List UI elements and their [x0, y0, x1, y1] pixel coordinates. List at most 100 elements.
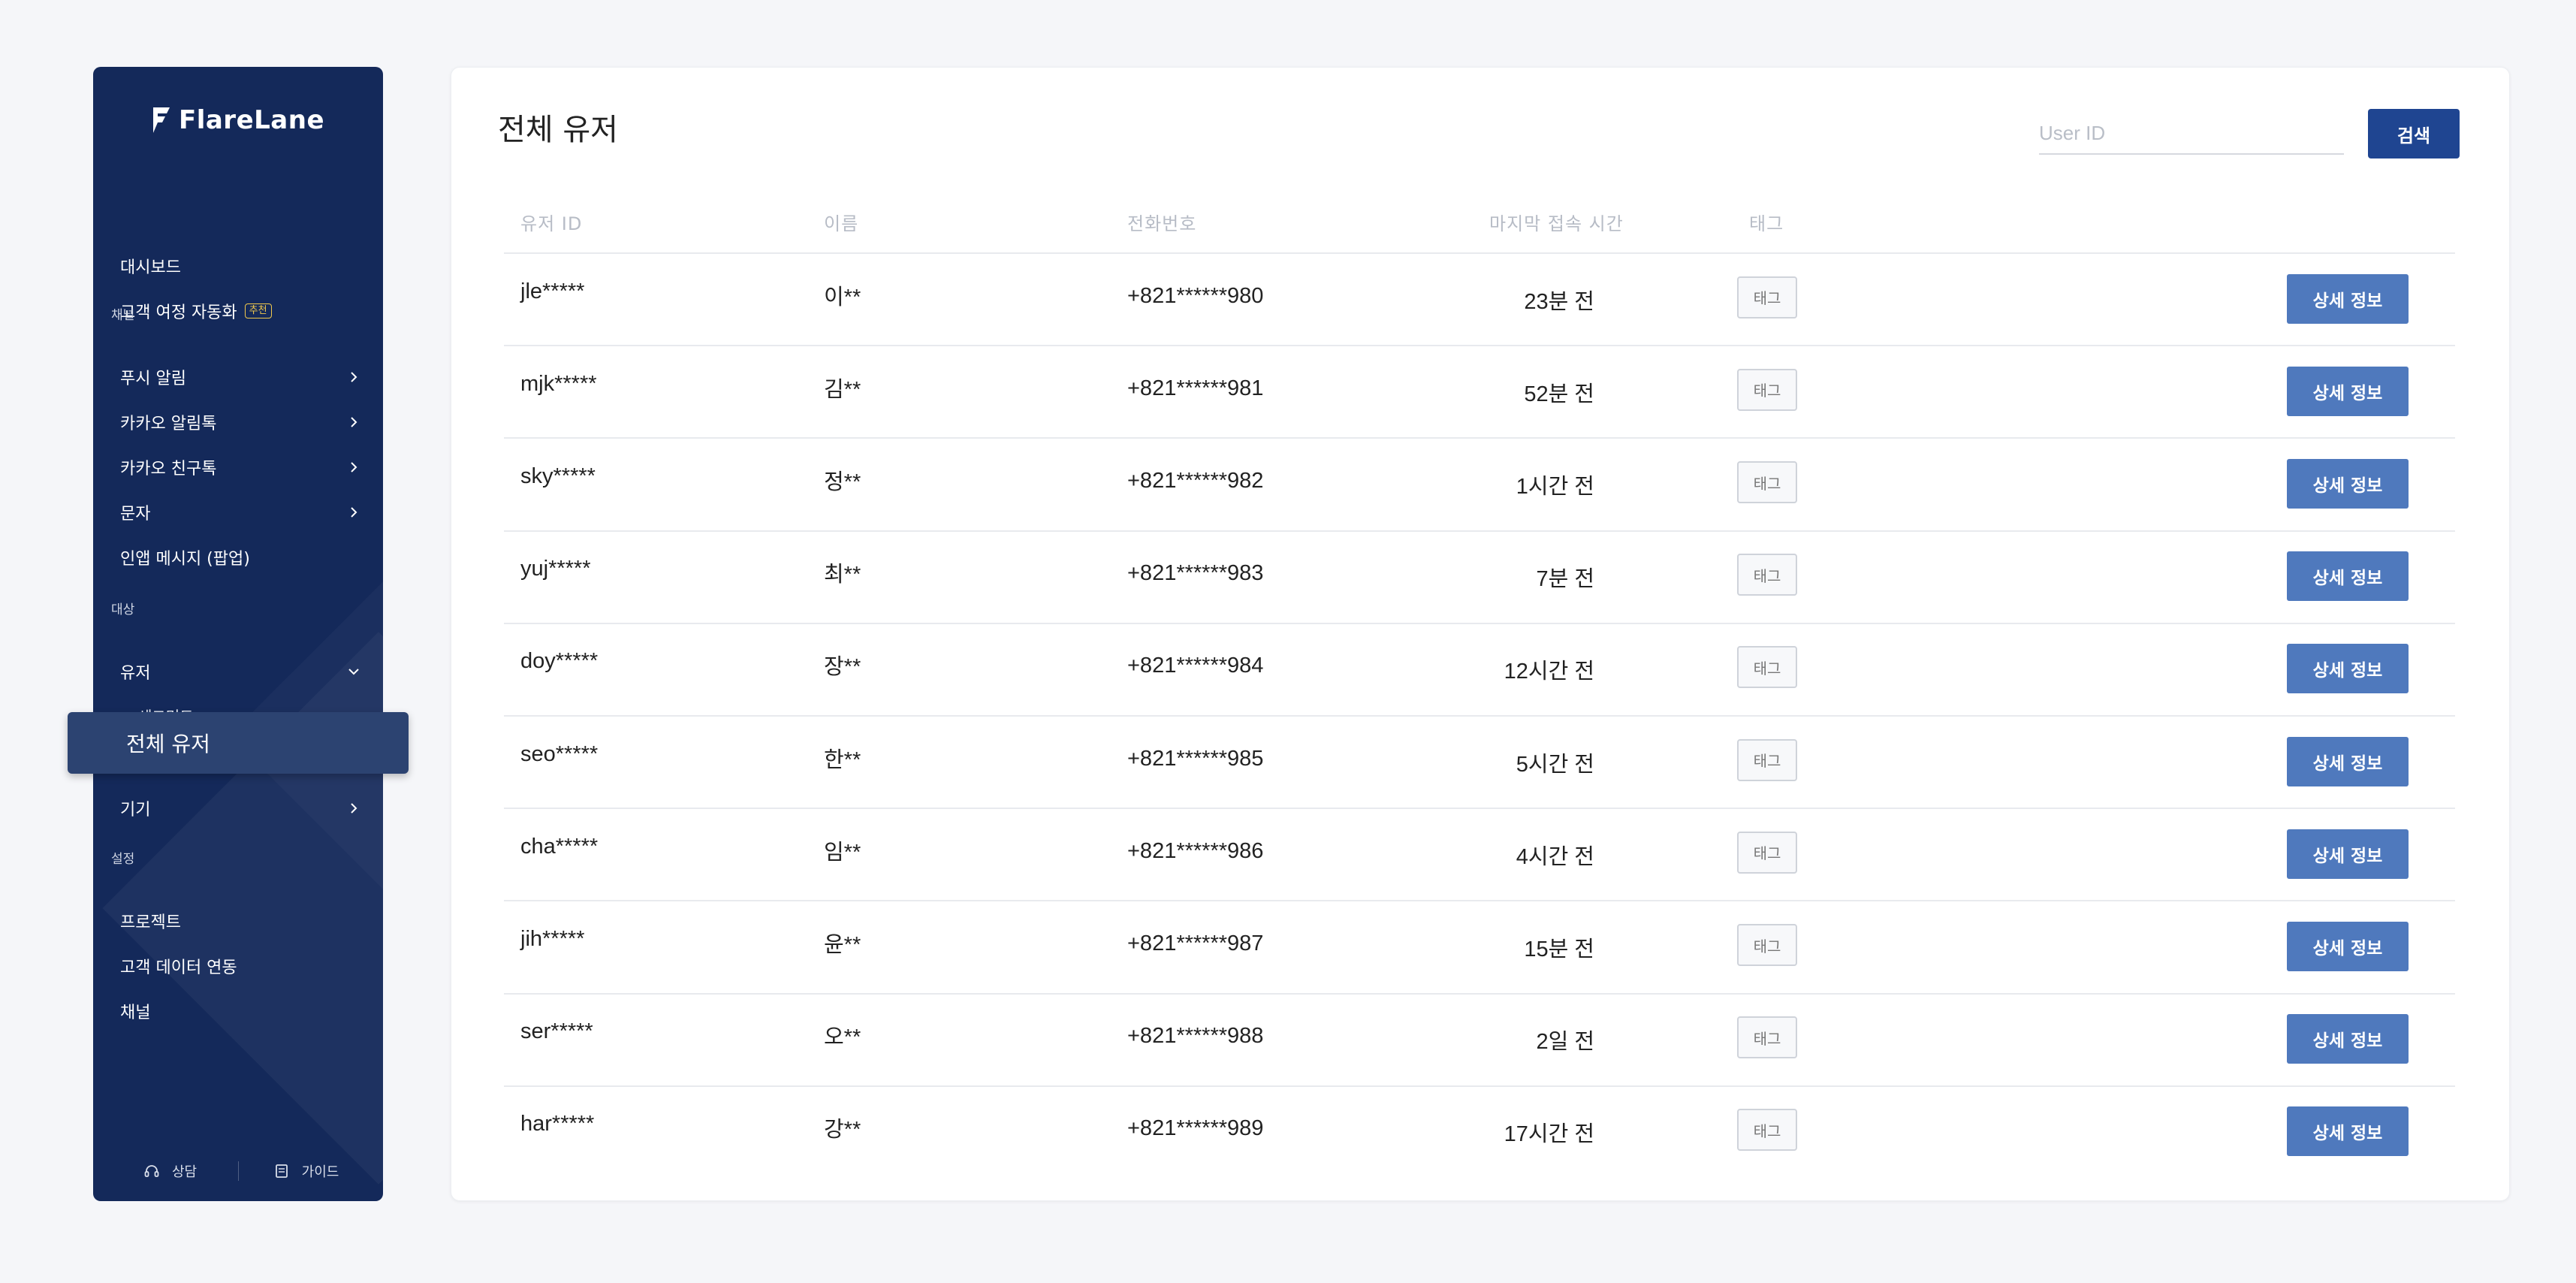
user-id-cell: doy***** — [520, 649, 599, 674]
sidebar-item-label: 카카오 친구톡 — [120, 460, 217, 478]
sidebar-item-label: 대시보드 — [120, 258, 181, 277]
chevron-right-icon — [347, 789, 360, 827]
sidebar-item-label: 카카오 알림톡 — [120, 415, 217, 433]
phone-cell: +821******983 — [1127, 561, 1264, 586]
chevron-down-icon — [347, 653, 360, 690]
sidebar-footer: 상담 가이드 — [93, 1141, 383, 1201]
column-header-user-id: 유저 ID — [520, 213, 583, 234]
sidebar-item-channel-settings[interactable]: 채널 — [120, 992, 360, 1030]
detail-info-button[interactable]: 상세 정보 — [2287, 459, 2409, 509]
name-cell: 윤** — [824, 933, 861, 957]
last-access-cell: 17시간 전 — [1504, 1122, 1594, 1147]
row-divider — [504, 437, 2455, 439]
tag-button[interactable]: 태그 — [1737, 461, 1797, 503]
sidebar-item-label: 고객 데이터 연동 — [120, 958, 237, 977]
detail-info-button[interactable]: 상세 정보 — [2287, 736, 2409, 786]
tag-button[interactable]: 태그 — [1737, 368, 1797, 411]
detail-info-button[interactable]: 상세 정보 — [2287, 366, 2409, 416]
footer-divider — [237, 1161, 239, 1181]
table-header-divider — [504, 252, 2455, 254]
name-cell: 이** — [824, 285, 861, 309]
user-id-cell: ser***** — [520, 1019, 593, 1044]
user-id-search-input[interactable] — [2039, 113, 2344, 155]
phone-cell: +821******987 — [1127, 931, 1264, 955]
name-cell: 한** — [824, 747, 861, 772]
sidebar-item-label: 푸시 알림 — [120, 370, 186, 388]
detail-info-button[interactable]: 상세 정보 — [2287, 922, 2409, 971]
page-title: 전체 유저 — [498, 113, 618, 147]
column-header-phone: 전화번호 — [1127, 213, 1197, 234]
name-cell: 오** — [824, 1025, 861, 1050]
tag-button[interactable]: 태그 — [1737, 646, 1797, 689]
sidebar-item-label: 유저 — [120, 664, 151, 683]
sidebar-item-push[interactable]: 푸시 알림 — [120, 358, 360, 396]
brand-logo[interactable]: FlareLane — [93, 94, 383, 146]
sidebar-item-dashboard[interactable]: 대시보드 — [120, 247, 360, 285]
user-id-cell: jih***** — [520, 927, 585, 951]
sidebar-item-devices[interactable]: 기기 — [120, 789, 360, 827]
support-link[interactable]: 상담 — [110, 1161, 231, 1181]
user-id-cell: sky***** — [520, 464, 596, 488]
sidebar-item-sms[interactable]: 문자 — [120, 494, 360, 531]
recommend-badge: 추천 — [244, 303, 272, 318]
name-cell: 장** — [824, 655, 861, 680]
name-cell: 강** — [824, 1118, 861, 1143]
last-access-cell: 1시간 전 — [1516, 475, 1594, 499]
detail-info-button[interactable]: 상세 정보 — [2287, 1014, 2409, 1064]
tag-button[interactable]: 태그 — [1737, 554, 1797, 596]
support-label: 상담 — [171, 1164, 198, 1180]
tag-button[interactable]: 태그 — [1737, 1109, 1797, 1152]
brand-name: FlareLane — [178, 105, 325, 135]
sidebar-item-label: 문자 — [120, 505, 151, 524]
last-access-cell: 12시간 전 — [1504, 660, 1594, 684]
last-access-cell: 7분 전 — [1536, 567, 1594, 592]
tag-button[interactable]: 태그 — [1737, 738, 1797, 781]
sidebar-item-label: 채널 — [120, 1004, 151, 1022]
sidebar-item-data-integration[interactable]: 고객 데이터 연동 — [120, 947, 360, 985]
row-divider — [504, 992, 2455, 995]
user-id-cell: seo***** — [520, 741, 599, 766]
user-id-cell: cha***** — [520, 834, 599, 859]
chevron-right-icon — [347, 448, 360, 486]
column-header-name: 이름 — [824, 213, 859, 234]
row-divider — [504, 1085, 2455, 1087]
sidebar-item-project[interactable]: 프로젝트 — [120, 902, 360, 940]
detail-info-button[interactable]: 상세 정보 — [2287, 273, 2409, 324]
sidebar-item-kakao-friendtalk[interactable]: 카카오 친구톡 — [120, 448, 360, 486]
name-cell: 최** — [824, 563, 861, 587]
phone-cell: +821******986 — [1127, 838, 1264, 863]
name-cell: 정** — [824, 470, 861, 494]
detail-info-button[interactable]: 상세 정보 — [2287, 644, 2409, 694]
last-access-cell: 23분 전 — [1524, 289, 1594, 314]
guide-link[interactable]: 가이드 — [246, 1161, 366, 1181]
book-icon — [275, 1164, 288, 1178]
sidebar-item-kakao-alimtalk[interactable]: 카카오 알림톡 — [120, 403, 360, 441]
chevron-right-icon — [347, 358, 360, 396]
row-divider — [504, 715, 2455, 717]
detail-info-button[interactable]: 상세 정보 — [2287, 829, 2409, 879]
last-access-cell: 15분 전 — [1524, 937, 1594, 961]
sidebar-item-journey-automation[interactable]: 고객 여정 자동화 추천 — [120, 292, 360, 330]
phone-cell: +821******980 — [1127, 283, 1264, 308]
row-divider — [504, 345, 2455, 347]
sidebar-item-label: 인앱 메시지 (팝업) — [120, 550, 250, 569]
row-divider — [504, 900, 2455, 902]
tag-button[interactable]: 태그 — [1737, 1016, 1797, 1059]
search-button[interactable]: 검색 — [2368, 109, 2460, 158]
tag-button[interactable]: 태그 — [1737, 924, 1797, 966]
row-divider — [504, 808, 2455, 810]
chevron-right-icon — [347, 494, 360, 531]
column-header-tag: 태그 — [1749, 213, 1784, 234]
user-id-cell: mjk***** — [520, 371, 597, 396]
sidebar-item-users[interactable]: 유저 — [120, 653, 360, 690]
sidebar-item-in-app-message[interactable]: 인앱 메시지 (팝업) — [120, 539, 360, 576]
column-header-last-access: 마지막 접속 시간 — [1489, 213, 1624, 234]
tag-button[interactable]: 태그 — [1737, 276, 1797, 318]
phone-cell: +821******981 — [1127, 376, 1264, 400]
last-access-cell: 4시간 전 — [1516, 844, 1594, 869]
detail-info-button[interactable]: 상세 정보 — [2287, 1106, 2409, 1157]
tag-button[interactable]: 태그 — [1737, 831, 1797, 874]
detail-info-button[interactable]: 상세 정보 — [2287, 551, 2409, 602]
name-cell: 김** — [824, 377, 861, 402]
sidebar-item-all-users[interactable]: 전체 유저 — [68, 712, 409, 774]
